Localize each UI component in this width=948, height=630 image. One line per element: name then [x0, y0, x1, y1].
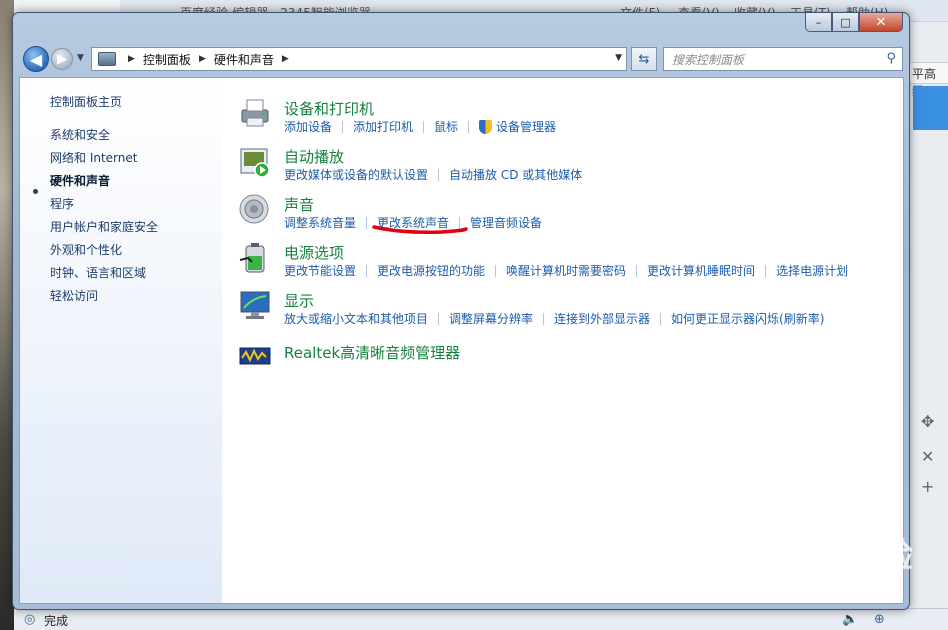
close-button[interactable]: ✕	[859, 13, 903, 32]
address-dropdown-icon[interactable]: ▼	[615, 53, 622, 63]
category-title[interactable]: 显示	[284, 290, 314, 311]
category-title[interactable]: 设备和打印机	[284, 98, 374, 119]
link-divider	[468, 120, 470, 133]
category-title[interactable]: 电源选项	[284, 242, 344, 263]
link-refresh-rate[interactable]: 如何更正显示器闪烁(刷新率)	[671, 310, 824, 327]
move-icon: ✥	[921, 412, 935, 431]
status-text: 完成	[44, 614, 69, 628]
category-title[interactable]: Realtek高清晰音频管理器	[284, 342, 460, 363]
link-divider	[438, 168, 440, 181]
sidebar: 控制面板主页 系统和安全 网络和 Internet 硬件和声音 程序 用户帐户和…	[20, 78, 222, 603]
zoom-icon: ⊕	[874, 612, 885, 627]
background-blue-block	[913, 86, 948, 130]
maximize-button[interactable]: □	[832, 13, 859, 32]
link-add-printer[interactable]: 添加打印机	[353, 118, 413, 135]
uac-shield-icon	[479, 119, 493, 134]
sidebar-item-network[interactable]: 网络和 Internet	[50, 149, 137, 166]
red-underline-annotation	[372, 225, 468, 234]
plus-icon: +	[921, 477, 935, 496]
sidebar-item-system-security[interactable]: 系统和安全	[50, 126, 110, 143]
link-manage-audio-devices[interactable]: 管理音频设备	[470, 214, 542, 231]
breadcrumb-chevron-icon[interactable]: ▶	[282, 54, 289, 64]
realtek-icon	[239, 347, 271, 365]
search-icon[interactable]: ⚲	[886, 51, 896, 66]
link-mouse[interactable]: 鼠标	[434, 118, 458, 135]
control-panel-window: – □ ✕ ◀ ▶ ▼ ▶ 控制面板 ▶ 硬件和声音 ▶ ▼ ⇆ 搜索控制面板 …	[12, 12, 910, 610]
history-dropdown-icon[interactable]: ▼	[77, 53, 84, 63]
volume-icon: 🔈	[842, 612, 859, 627]
link-autoplay-cd[interactable]: 自动播放 CD 或其他媒体	[449, 166, 582, 183]
forward-button[interactable]: ▶	[51, 48, 73, 70]
link-divider	[438, 312, 440, 325]
close-icon: ✕	[921, 447, 935, 466]
link-power-saving[interactable]: 更改节能设置	[284, 262, 356, 279]
breadcrumb-control-panel[interactable]: 控制面板	[143, 51, 191, 68]
monitor-icon	[240, 291, 270, 319]
baidu-watermark-url: jingyan.baidu.com	[735, 588, 855, 603]
link-divider	[423, 120, 425, 133]
autoplay-icon	[240, 148, 270, 178]
category-title[interactable]: 自动播放	[284, 146, 344, 167]
category-links: 添加设备 添加打印机 鼠标 设备管理器	[284, 118, 556, 135]
sidebar-item-user-accounts[interactable]: 用户帐户和家庭安全	[50, 218, 158, 235]
link-device-manager[interactable]: 设备管理器	[496, 118, 556, 135]
link-sleep-time[interactable]: 更改计算机睡眠时间	[647, 262, 755, 279]
background-side-text: 平高级	[909, 62, 948, 98]
link-divider	[366, 216, 368, 229]
link-divider	[660, 312, 662, 325]
link-wake-password[interactable]: 唤醒计算机时需要密码	[506, 262, 626, 279]
sidebar-item-programs[interactable]: 程序	[50, 195, 74, 212]
link-power-plan[interactable]: 选择电源计划	[776, 262, 848, 279]
main-panel: 设备和打印机 添加设备 添加打印机 鼠标 设备管理器 自动播放 更改媒体或设备的…	[222, 78, 903, 603]
link-divider	[765, 264, 767, 277]
breadcrumb-hardware-sound[interactable]: 硬件和声音	[214, 51, 274, 68]
speaker-icon	[239, 194, 269, 224]
link-screen-resolution[interactable]: 调整屏幕分辨率	[449, 310, 533, 327]
link-add-device[interactable]: 添加设备	[284, 118, 332, 135]
sidebar-item-ease-of-access[interactable]: 轻松访问	[50, 287, 98, 304]
sidebar-item-hardware-sound[interactable]: 硬件和声音	[50, 172, 110, 189]
minimize-button[interactable]: –	[805, 13, 832, 32]
search-placeholder: 搜索控制面板	[672, 52, 745, 67]
sidebar-item-appearance[interactable]: 外观和个性化	[50, 241, 122, 258]
sidebar-item-clock-region[interactable]: 时钟、语言和区域	[50, 264, 146, 281]
done-icon: ◎	[24, 612, 36, 627]
refresh-button[interactable]: ⇆	[631, 47, 657, 71]
category-links: 放大或缩小文本和其他项目 调整屏幕分辨率 连接到外部显示器 如何更正显示器闪烁(…	[284, 310, 824, 327]
link-text-size[interactable]: 放大或缩小文本和其他项目	[284, 310, 428, 327]
printer-icon	[241, 99, 269, 127]
link-divider	[636, 264, 638, 277]
category-title[interactable]: 声音	[284, 194, 314, 215]
breadcrumb-chevron-icon[interactable]: ▶	[199, 54, 206, 64]
arrow-right-icon: ▶	[57, 51, 67, 67]
link-divider	[342, 120, 344, 133]
link-media-defaults[interactable]: 更改媒体或设备的默认设置	[284, 166, 428, 183]
baidu-watermark: Baidu经验	[730, 536, 915, 576]
background-status-bar: ◎ 完成 🔈 ⊕	[14, 608, 948, 630]
category-links: 更改媒体或设备的默认设置 自动播放 CD 或其他媒体	[284, 166, 582, 183]
link-divider	[366, 264, 368, 277]
link-power-button[interactable]: 更改电源按钮的功能	[377, 262, 485, 279]
link-adjust-volume[interactable]: 调整系统音量	[284, 214, 356, 231]
link-external-display[interactable]: 连接到外部显示器	[554, 310, 650, 327]
back-button[interactable]: ◀	[23, 46, 49, 72]
active-bullet-icon	[33, 189, 38, 194]
category-links: 更改节能设置 更改电源按钮的功能 唤醒计算机时需要密码 更改计算机睡眠时间 选择…	[284, 262, 848, 279]
arrow-left-icon: ◀	[29, 49, 43, 69]
search-input[interactable]: 搜索控制面板 ⚲	[663, 47, 903, 71]
link-divider	[543, 312, 545, 325]
breadcrumb-chevron-icon[interactable]: ▶	[128, 54, 135, 64]
refresh-icon: ⇆	[638, 51, 650, 67]
battery-icon	[239, 243, 265, 273]
content-area: 控制面板主页 系统和安全 网络和 Internet 硬件和声音 程序 用户帐户和…	[19, 77, 904, 604]
link-divider	[495, 264, 497, 277]
window-caption-buttons: – □ ✕	[805, 13, 903, 33]
address-bar[interactable]: ▶ 控制面板 ▶ 硬件和声音 ▶ ▼	[91, 47, 627, 71]
control-panel-icon	[98, 52, 116, 66]
sidebar-item-home[interactable]: 控制面板主页	[50, 93, 122, 110]
